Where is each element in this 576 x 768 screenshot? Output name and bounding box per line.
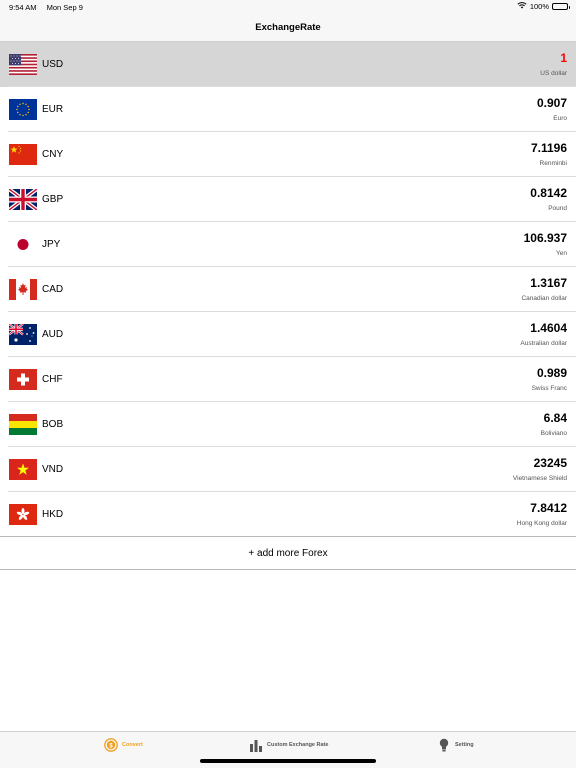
currency-row-eur[interactable]: EUR 0.907 Euro xyxy=(0,87,576,132)
us-flag-icon xyxy=(9,54,37,75)
currency-rate[interactable]: 0.907 xyxy=(537,96,567,110)
currency-name: Swiss Franc xyxy=(531,385,567,392)
tab-label: Convert xyxy=(122,742,143,748)
hk-flag-icon xyxy=(9,504,37,525)
tab-setting[interactable]: Setting xyxy=(437,738,474,752)
bo-flag-icon xyxy=(9,414,37,435)
page-title: ExchangeRate xyxy=(255,22,321,33)
currency-name: Australian dollar xyxy=(520,340,567,347)
currency-row-bob[interactable]: BOB 6.84 Boliviano xyxy=(0,402,576,447)
currency-code: CHF xyxy=(42,374,63,385)
currency-code: GBP xyxy=(42,194,64,205)
currency-name: Hong Kong dollar xyxy=(516,520,567,527)
currency-rate[interactable]: 1.4604 xyxy=(530,321,567,335)
currency-code: AUD xyxy=(42,329,64,340)
currency-code: JPY xyxy=(42,239,61,250)
currency-code: CNY xyxy=(42,149,64,160)
currency-row-usd[interactable]: USD 1 US dollar xyxy=(0,42,576,87)
navigation-bar: ExchangeRate xyxy=(0,14,576,42)
currency-name: Vietnamese Shield xyxy=(512,475,567,482)
currency-rate[interactable]: 106.937 xyxy=(524,231,567,245)
add-more-forex-button[interactable]: + add more Forex xyxy=(0,537,576,570)
currency-code: USD xyxy=(42,59,64,70)
ch-flag-icon xyxy=(9,369,37,390)
currency-name: Euro xyxy=(553,115,567,122)
currency-name: US dollar xyxy=(540,70,567,77)
currency-code: HKD xyxy=(42,509,64,520)
currency-code: EUR xyxy=(42,104,64,115)
au-flag-icon xyxy=(9,324,37,345)
tab-label: Custom Exchange Rate xyxy=(267,742,329,748)
tab-custom-exchange-rate[interactable]: Custom Exchange Rate xyxy=(249,738,328,752)
currency-row-chf[interactable]: CHF 0.989 Swiss Franc xyxy=(0,357,576,402)
currency-rate[interactable]: 6.84 xyxy=(544,411,567,425)
wifi-icon xyxy=(517,2,527,11)
status-date: Mon Sep 9 xyxy=(46,3,83,12)
eu-flag-icon xyxy=(9,99,37,120)
currency-code: VND xyxy=(42,464,64,475)
currency-rate[interactable]: 7.8412 xyxy=(530,501,567,515)
currency-rate[interactable]: 7.1196 xyxy=(531,141,567,155)
gb-flag-icon xyxy=(9,189,37,210)
currency-name: Boliviano xyxy=(540,430,567,437)
currency-rate[interactable]: 23245 xyxy=(534,456,567,470)
home-indicator[interactable] xyxy=(200,759,376,763)
vn-flag-icon xyxy=(9,459,37,480)
currency-name: Renminbi xyxy=(539,160,567,167)
battery-icon xyxy=(552,3,570,10)
currency-rate[interactable]: 1.3167 xyxy=(530,276,567,290)
currency-list: USD 1 US dollar EUR 0.907 Euro CNY 7.119… xyxy=(0,42,576,537)
currency-rate[interactable]: 0.8142 xyxy=(530,186,567,200)
cn-flag-icon xyxy=(9,144,37,165)
currency-code: BOB xyxy=(42,419,64,430)
tab-label: Setting xyxy=(455,742,474,748)
status-bar: 9:54 AM Mon Sep 9 100% xyxy=(0,0,576,14)
currency-row-gbp[interactable]: GBP 0.8142 Pound xyxy=(0,177,576,222)
bar-chart-icon xyxy=(250,740,262,752)
currency-name: Pound xyxy=(548,205,567,212)
currency-row-vnd[interactable]: VND 23245 Vietnamese Shield xyxy=(0,447,576,492)
currency-row-hkd[interactable]: HKD 7.8412 Hong Kong dollar xyxy=(0,492,576,537)
currency-code: CAD xyxy=(42,284,64,295)
currency-row-aud[interactable]: AUD 1.4604 Australian dollar xyxy=(0,312,576,357)
currency-name: Yen xyxy=(556,250,567,257)
currency-row-cad[interactable]: CAD 1.3167 Canadian dollar xyxy=(0,267,576,312)
currency-row-cny[interactable]: CNY 7.1196 Renminbi xyxy=(0,132,576,177)
currency-row-jpy[interactable]: JPY 106.937 Yen xyxy=(0,222,576,267)
currency-rate[interactable]: 0.989 xyxy=(537,366,567,380)
currency-rate[interactable]: 1 xyxy=(560,51,567,65)
coin-icon: $ xyxy=(104,738,118,752)
lightbulb-icon xyxy=(439,738,449,752)
tab-convert[interactable]: $ Convert xyxy=(104,738,143,752)
battery-percent: 100% xyxy=(529,2,549,11)
currency-name: Canadian dollar xyxy=(521,295,567,302)
status-time: 9:54 AM xyxy=(9,3,37,12)
ca-flag-icon xyxy=(9,279,37,300)
jp-flag-icon xyxy=(9,234,37,255)
